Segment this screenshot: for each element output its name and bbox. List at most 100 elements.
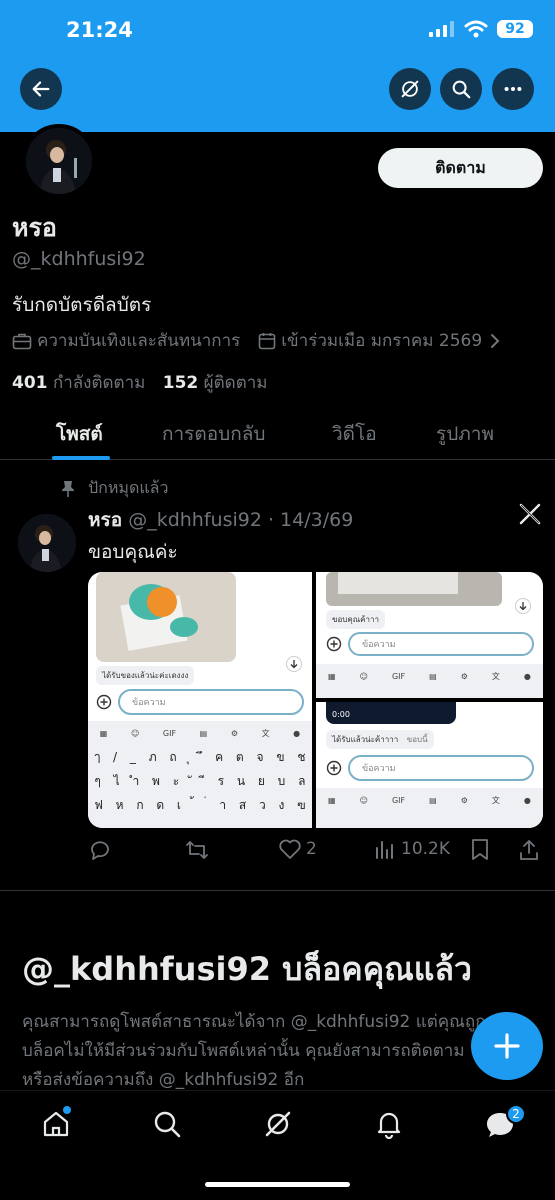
key: ๆ — [94, 773, 101, 788]
following-link[interactable]: 401 กำลังติดตาม — [12, 373, 145, 393]
reply-icon — [91, 841, 109, 860]
tab-replies[interactable]: การตอบกลับ — [162, 419, 265, 449]
post-text: ขอบคุณค่ะ — [88, 541, 178, 563]
post-avatar[interactable] — [18, 514, 76, 572]
keyboard-toolbar: ▦ ☺ GIF ▤ ⚙ 文 ● — [316, 664, 543, 688]
view-count: 10.2K — [401, 839, 450, 859]
key: ๅ — [94, 749, 101, 764]
share-button[interactable] — [518, 838, 540, 862]
nav-grok[interactable] — [261, 1107, 295, 1141]
scroll-down-icon — [286, 656, 302, 672]
media-image-2[interactable]: ขอบคุณค้าาา ข้อความ ▦ ☺ GIF ▤ ⚙ 文 ● — [316, 572, 543, 698]
nav-notifications[interactable] — [372, 1107, 406, 1141]
video-thumbnail: 0:00 — [326, 702, 456, 724]
search-icon — [452, 80, 471, 99]
tab-photos[interactable]: รูปภาพ — [436, 419, 494, 449]
media-image-3[interactable]: 0:00 ได้รับแล้วน่ะค้าาาา ขอบนี้ ข้อความ … — [316, 702, 543, 828]
follow-button[interactable]: ติดตาม — [378, 148, 543, 188]
kb-clipboard-icon: ▤ — [429, 795, 437, 805]
kb-apps-icon: ▦ — [328, 795, 336, 805]
key: น — [236, 773, 246, 788]
grok-icon — [401, 80, 419, 98]
calendar-icon — [258, 332, 276, 350]
status-indicators: 92 — [429, 20, 533, 38]
profile-handle: @_kdhhfusi92 — [12, 248, 146, 270]
key: า — [219, 797, 227, 812]
blocked-description: คุณสามารถดูโพสต์สาธารณะได้จาก @_kdhhfusi… — [22, 1012, 486, 1090]
bookmark-button[interactable] — [470, 838, 490, 862]
scroll-down-icon — [515, 598, 531, 614]
nav-search[interactable] — [150, 1107, 184, 1141]
keyboard: ▦ ☺ GIF ▤ ⚙ 文 ● — [316, 664, 543, 698]
keyboard-row-2: ๆ ไ ำ พ ะ ั ี ร น ย บ ล — [88, 769, 312, 793]
tab-posts[interactable]: โพสต์ — [56, 419, 103, 449]
followers-link[interactable]: 152 ผู้ติดตาม — [163, 373, 268, 393]
follow-counts: 401 กำลังติดตาม 152 ผู้ติดตาม — [12, 369, 268, 396]
media-image-1[interactable]: ได้รับของแล้วน่ะค่ะเดงงง ข้อความ ▦ ☺ GIF… — [88, 572, 312, 828]
status-time: 21:24 — [66, 18, 133, 42]
key: ก — [136, 797, 144, 812]
kb-translate-icon: 文 — [261, 728, 270, 738]
keyboard-row-1: ๅ / _ ภ ถ ุ ึ ค ต จ ข ช — [88, 745, 312, 769]
keyboard: ▦ ☺ GIF ▤ ⚙ 文 ● — [316, 788, 543, 828]
chat-bubble: ขอบคุณค้าาา — [326, 610, 385, 629]
retweet-button[interactable] — [184, 838, 210, 862]
views-icon — [376, 841, 393, 859]
compose-button[interactable] — [471, 1012, 543, 1080]
plush-photo — [96, 572, 236, 662]
reply-button[interactable] — [88, 838, 112, 862]
notifications-icon — [377, 1112, 401, 1139]
more-button[interactable] — [492, 68, 534, 110]
post-header: หรอ @_kdhhfusi92 · 14/3/69 — [88, 505, 353, 535]
back-button[interactable] — [20, 68, 62, 110]
key: ช — [297, 749, 306, 764]
home-indicator — [205, 1182, 350, 1187]
profile-category[interactable]: ความบันเทิงและสันทนาการ — [37, 327, 240, 354]
keyboard-row-3: ฟ ห ก ด เ ้ ่ า ส ว ง ฃ — [88, 793, 312, 817]
messages-badge: 2 — [506, 1104, 526, 1124]
post-author[interactable]: หรอ — [88, 509, 122, 531]
chevron-right-icon[interactable] — [490, 333, 500, 349]
profile-bio: รับกดบัตรดีลบัตร — [12, 294, 152, 316]
chat-input: ข้อความ — [348, 755, 534, 781]
key: เ — [176, 797, 182, 812]
back-arrow-icon — [32, 81, 50, 97]
views-button[interactable]: 10.2K — [374, 838, 450, 860]
home-unread-dot — [63, 1106, 71, 1114]
wifi-icon — [464, 20, 488, 38]
kb-mic-icon: ● — [523, 795, 531, 805]
kb-sticker-icon: ☺ — [130, 728, 140, 738]
search-icon — [154, 1111, 181, 1138]
briefcase-icon — [12, 332, 32, 350]
kb-translate-icon: 文 — [491, 671, 500, 681]
kb-apps-icon: ▦ — [328, 671, 336, 681]
key: ถ — [169, 749, 177, 764]
profile-joined: เข้าร่วมเมือ มกราคม 2569 — [281, 331, 483, 351]
post-actions: 2 10.2K — [88, 838, 548, 868]
kb-settings-icon: ⚙ — [230, 728, 238, 738]
tab-videos[interactable]: วิดีโอ — [332, 419, 377, 449]
key: ไ — [113, 773, 120, 788]
post-media[interactable]: ได้รับของแล้วน่ะค่ะเดงงง ข้อความ ▦ ☺ GIF… — [88, 572, 543, 828]
pin-icon — [62, 480, 74, 497]
more-icon — [504, 86, 522, 92]
key: ข — [276, 749, 285, 764]
key: ะ — [172, 773, 180, 788]
chat-bubble-text: ได้รับแล้วน่ะค้าาาา — [332, 735, 399, 744]
profile-tabs: โพสต์ การตอบกลับ วิดีโอ รูปภาพ — [0, 404, 555, 460]
search-button[interactable] — [440, 68, 482, 110]
status-bar: 21:24 92 — [0, 0, 555, 66]
key: ร — [217, 773, 225, 788]
kb-gif-label: GIF — [391, 671, 406, 681]
key: / — [113, 750, 118, 764]
following-label: กำลังติดตาม — [52, 373, 146, 393]
profile-avatar[interactable] — [22, 124, 96, 198]
followers-count: 152 — [162, 373, 199, 393]
key: ว — [258, 797, 266, 812]
key: ล — [298, 773, 306, 788]
profile-meta: ความบันเทิงและสันทนาการ เข้าร่วมเมือ มกร… — [12, 327, 505, 354]
attach-icon — [96, 694, 112, 710]
battery-level: 92 — [497, 20, 533, 38]
grok-button[interactable] — [389, 68, 431, 110]
like-button[interactable]: 2 — [278, 838, 317, 860]
